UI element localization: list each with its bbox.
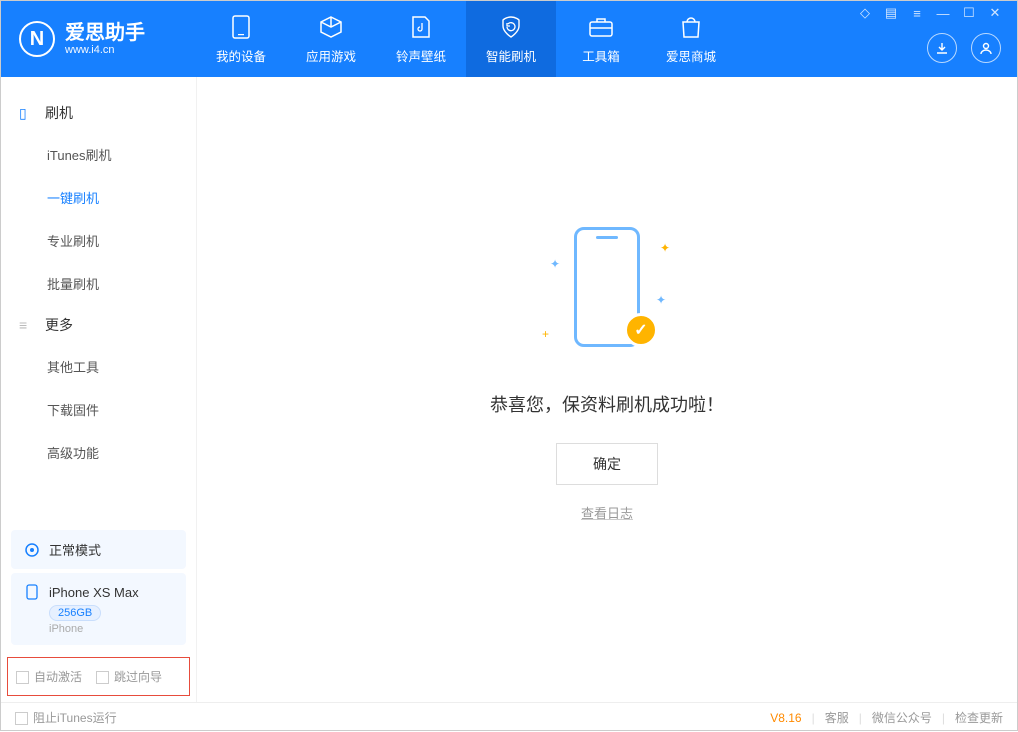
tab-smart-flash[interactable]: 智能刷机 (466, 1, 556, 77)
music-file-icon (407, 14, 435, 40)
checkbox-auto-activate[interactable]: 自动激活 (16, 668, 82, 685)
logo-text: 爱思助手 www.i4.cn (65, 22, 145, 56)
device-card[interactable]: iPhone XS Max 256GB iPhone (11, 573, 186, 645)
app-subtitle: www.i4.cn (65, 44, 145, 56)
device-name: iPhone XS Max (49, 585, 139, 600)
app-title: 爱思助手 (65, 22, 145, 44)
view-log-link[interactable]: 查看日志 (581, 503, 633, 522)
checkbox-icon (15, 712, 28, 725)
sidebar-item-download-firmware[interactable]: 下载固件 (1, 388, 196, 431)
device-phone-icon (23, 583, 41, 601)
more-icon: ≡ (19, 317, 33, 333)
sidebar: ▯ 刷机 iTunes刷机 一键刷机 专业刷机 批量刷机 ≡ 更多 其他工具 下… (1, 77, 197, 702)
checkbox-icon (96, 671, 109, 684)
sparkle-icon: ✦ (660, 241, 670, 255)
sidebar-item-other-tools[interactable]: 其他工具 (1, 345, 196, 388)
sidebar-item-oneclick-flash[interactable]: 一键刷机 (1, 176, 196, 219)
list-icon[interactable]: ▤ (883, 5, 899, 21)
sparkle-icon: ✦ (550, 257, 560, 271)
tab-apps-games[interactable]: 应用游戏 (286, 1, 376, 77)
refresh-shield-icon (497, 14, 525, 40)
bottom-options-box: 自动激活 跳过向导 (7, 657, 190, 696)
sidebar-item-itunes-flash[interactable]: iTunes刷机 (1, 133, 196, 176)
device-icon: ▯ (19, 105, 33, 122)
main-content: ✦ ✦ + ✦ ✓ 恭喜您，保资料刷机成功啦！ 确定 查看日志 (197, 77, 1017, 702)
app-logo-icon: N (19, 21, 55, 57)
sparkle-icon: ✦ (656, 293, 666, 307)
sidebar-item-batch-flash[interactable]: 批量刷机 (1, 262, 196, 305)
header-action-buttons (927, 33, 1001, 63)
menu-icon[interactable]: ≡ (909, 6, 925, 21)
nav-tabs: 我的设备 应用游戏 铃声壁纸 智能刷机 工具箱 爱思商城 (196, 1, 736, 77)
version-label: V8.16 (770, 711, 801, 725)
maximize-icon[interactable]: ☐ (961, 5, 977, 21)
bag-icon (677, 14, 705, 40)
sidebar-group-more: ≡ 更多 (1, 305, 196, 345)
sidebar-item-advanced[interactable]: 高级功能 (1, 431, 196, 474)
download-button[interactable] (927, 33, 957, 63)
minimize-icon[interactable]: — (935, 6, 951, 21)
close-icon[interactable]: ✕ (987, 5, 1003, 21)
sparkle-icon: + (542, 327, 549, 341)
mode-icon (23, 541, 41, 559)
device-storage-badge: 256GB (49, 605, 101, 621)
cube-icon (317, 14, 345, 40)
logo-area: N 爱思助手 www.i4.cn (1, 21, 196, 57)
tab-store[interactable]: 爱思商城 (646, 1, 736, 77)
footer-link-update[interactable]: 检查更新 (955, 709, 1003, 726)
footer-link-wechat[interactable]: 微信公众号 (872, 709, 932, 726)
success-illustration: ✦ ✦ + ✦ ✓ (542, 217, 672, 367)
tab-ringtones-wallpapers[interactable]: 铃声壁纸 (376, 1, 466, 77)
footer-link-support[interactable]: 客服 (825, 709, 849, 726)
body: ▯ 刷机 iTunes刷机 一键刷机 专业刷机 批量刷机 ≡ 更多 其他工具 下… (1, 77, 1017, 702)
device-type: iPhone (49, 623, 174, 635)
sidebar-group-flash: ▯ 刷机 (1, 93, 196, 133)
success-message: 恭喜您，保资料刷机成功啦！ (490, 391, 724, 417)
checkbox-block-itunes[interactable]: 阻止iTunes运行 (15, 709, 117, 726)
checkbox-icon (16, 671, 29, 684)
tab-my-device[interactable]: 我的设备 (196, 1, 286, 77)
shirt-icon[interactable]: ◇ (857, 5, 873, 21)
user-button[interactable] (971, 33, 1001, 63)
mode-card[interactable]: 正常模式 (11, 530, 186, 569)
tab-toolbox[interactable]: 工具箱 (556, 1, 646, 77)
toolbox-icon (587, 14, 615, 40)
check-badge-icon: ✓ (624, 313, 658, 347)
mode-label: 正常模式 (49, 540, 101, 559)
window-controls-top: ◇ ▤ ≡ — ☐ ✕ (857, 5, 1003, 21)
sidebar-item-pro-flash[interactable]: 专业刷机 (1, 219, 196, 262)
footer-right: V8.16 | 客服 | 微信公众号 | 检查更新 (770, 709, 1003, 726)
phone-icon (227, 14, 255, 40)
checkbox-skip-guide[interactable]: 跳过向导 (96, 668, 162, 685)
app-header: N 爱思助手 www.i4.cn 我的设备 应用游戏 铃声壁纸 智能刷机 工具箱 (1, 1, 1017, 77)
ok-button[interactable]: 确定 (556, 443, 658, 485)
footer: 阻止iTunes运行 V8.16 | 客服 | 微信公众号 | 检查更新 (1, 702, 1017, 732)
device-cards: 正常模式 iPhone XS Max 256GB iPhone (1, 526, 196, 649)
footer-left: 阻止iTunes运行 (15, 709, 117, 726)
